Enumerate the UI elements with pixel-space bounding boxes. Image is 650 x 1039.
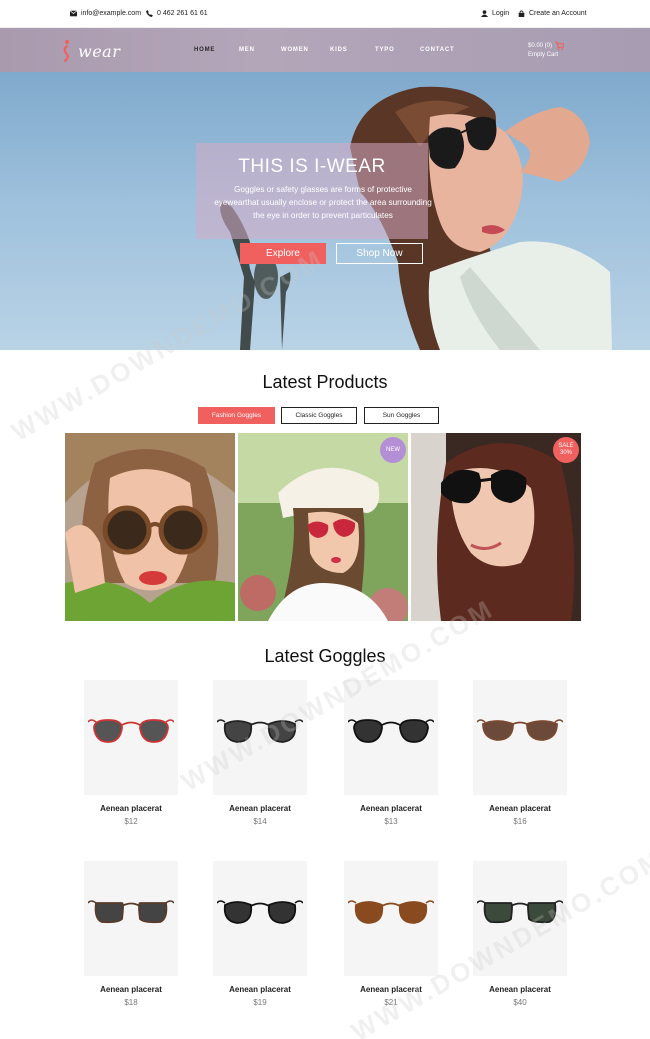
hero-description: Goggles or safety glasses are forms of p…	[214, 185, 432, 220]
shop-now-button[interactable]: Shop Now	[336, 243, 423, 264]
nav-men[interactable]: MEN	[239, 47, 255, 53]
product-photo-image	[238, 433, 408, 621]
nav-home[interactable]: HOME	[194, 47, 215, 53]
product-price: $13	[384, 817, 398, 826]
filter-classic-goggles[interactable]: Classic Goggles	[281, 407, 357, 424]
sunglasses-icon	[217, 719, 303, 743]
product-card[interactable]: Aenean placerat $19	[213, 861, 307, 1007]
product-photo[interactable]: SALE 30%	[411, 433, 581, 621]
product-price: $12	[124, 817, 138, 826]
top-bar: info@example.com 0 462 261 61 61 Login C…	[0, 0, 650, 28]
product-card[interactable]: Aenean placerat $40	[473, 861, 567, 1007]
product-name[interactable]: Aenean placerat	[344, 985, 438, 994]
product-price: $21	[384, 998, 398, 1007]
product-photo[interactable]	[65, 433, 235, 621]
filter-fashion-goggles[interactable]: Fashion Goggles	[198, 407, 275, 424]
product-card[interactable]: Aenean placerat $21	[344, 861, 438, 1007]
sale-badge-percent: 30%	[559, 450, 572, 456]
create-account-label: Create an Account	[529, 10, 587, 17]
new-badge: NEW	[380, 437, 406, 463]
create-account-link[interactable]: Create an Account	[518, 10, 587, 17]
login-link[interactable]: Login	[481, 10, 509, 17]
phone-icon	[146, 10, 153, 17]
sunglasses-icon	[217, 900, 303, 924]
sunglasses-icon	[348, 900, 434, 924]
product-name[interactable]: Aenean placerat	[473, 804, 567, 813]
sunglasses-icon	[477, 900, 563, 924]
mail-icon	[70, 10, 77, 17]
product-card[interactable]: Aenean placerat $18	[84, 861, 178, 1007]
latest-products-title: Latest Products	[262, 372, 388, 392]
lock-icon	[518, 10, 525, 17]
product-card[interactable]: Aenean placerat $13	[344, 680, 438, 826]
product-price: $19	[253, 998, 267, 1007]
product-thumbnail[interactable]	[213, 680, 307, 795]
product-name[interactable]: Aenean placerat	[344, 804, 438, 813]
product-card[interactable]: Aenean placerat $16	[473, 680, 567, 826]
nav-typo[interactable]: TYPO	[375, 47, 395, 53]
new-badge-label: NEW	[386, 446, 400, 453]
phone-contact[interactable]: 0 462 261 61 61	[146, 10, 208, 17]
latest-goggles-title: Latest Goggles	[264, 646, 386, 666]
cart-icon[interactable]	[555, 41, 564, 50]
main-header: wear HOME MEN WOMEN KIDS TYPO CONTACT $0…	[0, 28, 650, 72]
sunglasses-icon	[477, 719, 563, 741]
email-text: info@example.com	[81, 10, 142, 17]
product-name[interactable]: Aenean placerat	[213, 985, 307, 994]
user-icon	[481, 10, 488, 17]
sale-badge-label: SALE	[558, 443, 574, 449]
product-name[interactable]: Aenean placerat	[473, 985, 567, 994]
nav-kids[interactable]: KIDS	[330, 47, 348, 53]
filter-sun-goggles[interactable]: Sun Goggles	[364, 407, 439, 424]
cart-amount: $0.00 (0)	[528, 43, 553, 49]
phone-text: 0 462 261 61 61	[157, 10, 208, 17]
cart-summary[interactable]: $0.00 (0) Empty Cart	[528, 42, 558, 60]
sale-badge: SALE 30%	[553, 437, 579, 463]
product-thumbnail[interactable]	[84, 680, 178, 795]
email-contact[interactable]: info@example.com	[70, 10, 141, 17]
product-thumbnail[interactable]	[84, 861, 178, 976]
product-photo-image	[65, 433, 235, 621]
login-label: Login	[492, 10, 510, 17]
product-name[interactable]: Aenean placerat	[84, 804, 178, 813]
product-thumbnail[interactable]	[473, 680, 567, 795]
cart-status: Empty Cart	[528, 52, 559, 58]
product-thumbnail[interactable]	[213, 861, 307, 976]
product-price: $14	[253, 817, 267, 826]
sunglasses-icon	[88, 900, 174, 924]
product-name[interactable]: Aenean placerat	[84, 985, 178, 994]
product-price: $40	[513, 998, 527, 1007]
product-name[interactable]: Aenean placerat	[213, 804, 307, 813]
product-price: $18	[124, 998, 138, 1007]
product-photo[interactable]: NEW	[238, 433, 408, 621]
product-thumbnail[interactable]	[344, 680, 438, 795]
product-card[interactable]: Aenean placerat $14	[213, 680, 307, 826]
hero-banner: THIS IS I-WEAR Goggles or safety glasses…	[0, 72, 650, 350]
product-price: $16	[513, 817, 527, 826]
sunglasses-icon	[88, 719, 174, 743]
product-card[interactable]: Aenean placerat $12	[84, 680, 178, 826]
explore-button[interactable]: Explore	[240, 243, 326, 264]
product-thumbnail[interactable]	[344, 861, 438, 976]
hero-title: THIS IS I-WEAR	[238, 156, 386, 177]
product-photo-image	[411, 433, 581, 621]
sunglasses-icon	[348, 719, 434, 743]
product-thumbnail[interactable]	[473, 861, 567, 976]
nav-women[interactable]: WOMEN	[281, 47, 309, 53]
product-filters: Fashion Goggles Classic Goggles Sun Gogg…	[0, 407, 650, 424]
nav-contact[interactable]: CONTACT	[420, 47, 454, 53]
